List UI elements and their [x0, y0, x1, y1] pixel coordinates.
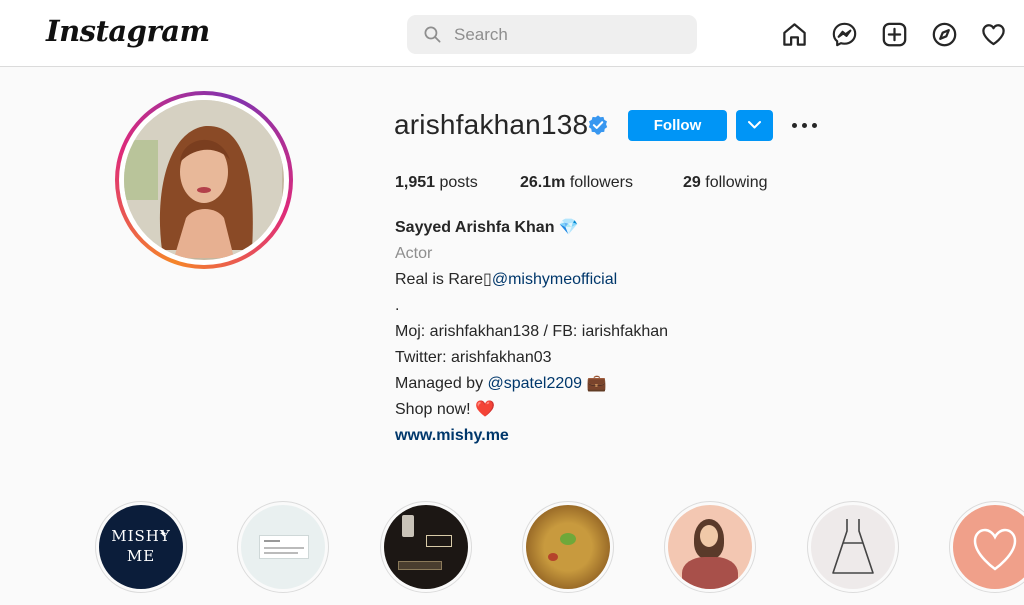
- activity-heart-icon[interactable]: [980, 21, 1007, 48]
- highlight-food[interactable]: [522, 501, 614, 593]
- tweet-card-thumbnail: [259, 535, 309, 559]
- bio-line-2: .: [395, 297, 400, 314]
- search-placeholder[interactable]: Search: [454, 25, 508, 45]
- following-stat[interactable]: 29 following: [683, 174, 768, 192]
- more-options-button[interactable]: [792, 113, 818, 137]
- product-case-thumbnail: [398, 561, 442, 570]
- product-box-thumbnail: [426, 535, 452, 547]
- follow-button[interactable]: Follow: [628, 110, 727, 141]
- posts-label: posts: [439, 174, 478, 191]
- search-box[interactable]: Search: [407, 15, 697, 54]
- verified-badge-icon: [588, 115, 608, 135]
- highlight-mishy-logo[interactable]: MISHY ME ✦: [95, 501, 187, 593]
- followers-label: followers: [569, 174, 633, 191]
- highlight-illustration[interactable]: [664, 501, 756, 593]
- bio-line-3: Moj: arishfakhan138 / FB: iarishfakhan: [395, 323, 669, 340]
- highlight-cover: [241, 505, 325, 589]
- highlight-heart[interactable]: [949, 501, 1024, 593]
- bio-line-5: Managed by @spatel2209 💼: [395, 374, 606, 394]
- food-garnish: [560, 533, 576, 545]
- food-garnish: [548, 553, 558, 561]
- search-icon: [424, 26, 441, 43]
- instagram-logo[interactable]: Instagram: [46, 14, 210, 48]
- highlight-product[interactable]: [380, 501, 472, 593]
- profile-picture: [124, 100, 284, 260]
- bio-text: Real is Rare▯: [395, 271, 492, 288]
- mishy-logo-text: ME: [126, 547, 156, 565]
- following-count: 29: [683, 174, 701, 191]
- followers-count: 26.1m: [520, 174, 566, 191]
- highlight-cover: [811, 505, 895, 589]
- more-dot: [792, 123, 797, 128]
- highlight-cover: [384, 505, 468, 589]
- mishy-logo-text: MISHY: [111, 527, 171, 545]
- highlight-cover: [953, 505, 1024, 589]
- bio-text: Managed by: [395, 375, 488, 392]
- highlight-cover: [526, 505, 610, 589]
- bio-full-name: Sayyed Arishfa Khan 💎: [395, 219, 579, 236]
- sparkle-icon: ✦: [159, 529, 168, 540]
- posts-count: 1,951: [395, 174, 436, 191]
- chevron-down-icon: [748, 121, 761, 129]
- illustration-face: [700, 525, 718, 547]
- following-label: following: [705, 174, 768, 191]
- red-heart-emoji: ❤️: [475, 401, 495, 418]
- product-bottle-thumbnail: [402, 515, 414, 537]
- messenger-icon[interactable]: [831, 21, 858, 48]
- highlight-dress[interactable]: [807, 501, 899, 593]
- top-nav-bar: Instagram Search: [0, 0, 1024, 67]
- bio-text: Shop now!: [395, 401, 476, 418]
- mention-link-spatel2209[interactable]: @spatel2209: [488, 375, 583, 392]
- bio-line-6: Shop now! ❤️: [395, 400, 495, 420]
- followers-stat[interactable]: 26.1m followers: [520, 174, 633, 192]
- website-link[interactable]: www.mishy.me: [395, 426, 509, 446]
- highlight-cover: [668, 505, 752, 589]
- more-dot: [802, 123, 807, 128]
- new-post-icon[interactable]: [881, 21, 908, 48]
- posts-stat: 1,951 posts: [395, 174, 478, 192]
- profile-username: arishfakhan138: [394, 109, 589, 140]
- dress-icon: [832, 519, 874, 574]
- mention-link-mishymeofficial[interactable]: @mishymeofficial: [492, 271, 617, 288]
- highlight-tweet[interactable]: [237, 501, 329, 593]
- heart-icon: [973, 528, 1017, 571]
- profile-photo-illustration: [124, 100, 282, 258]
- briefcase-emoji: 💼: [586, 375, 607, 392]
- more-dot: [812, 123, 817, 128]
- explore-icon[interactable]: [931, 21, 958, 48]
- home-icon[interactable]: [781, 21, 808, 48]
- suggested-accounts-button[interactable]: [736, 110, 773, 141]
- profile-picture-ring[interactable]: [115, 91, 293, 269]
- profile-picture-frame: [119, 95, 289, 265]
- bio-line-1: Real is Rare▯@mishymeofficial: [395, 270, 617, 290]
- highlight-cover: MISHY ME ✦: [99, 505, 183, 589]
- bio-category: Actor: [395, 245, 433, 262]
- illustration-sweater: [682, 557, 738, 589]
- bio-line-4: Twitter: arishfakhan03: [395, 349, 552, 366]
